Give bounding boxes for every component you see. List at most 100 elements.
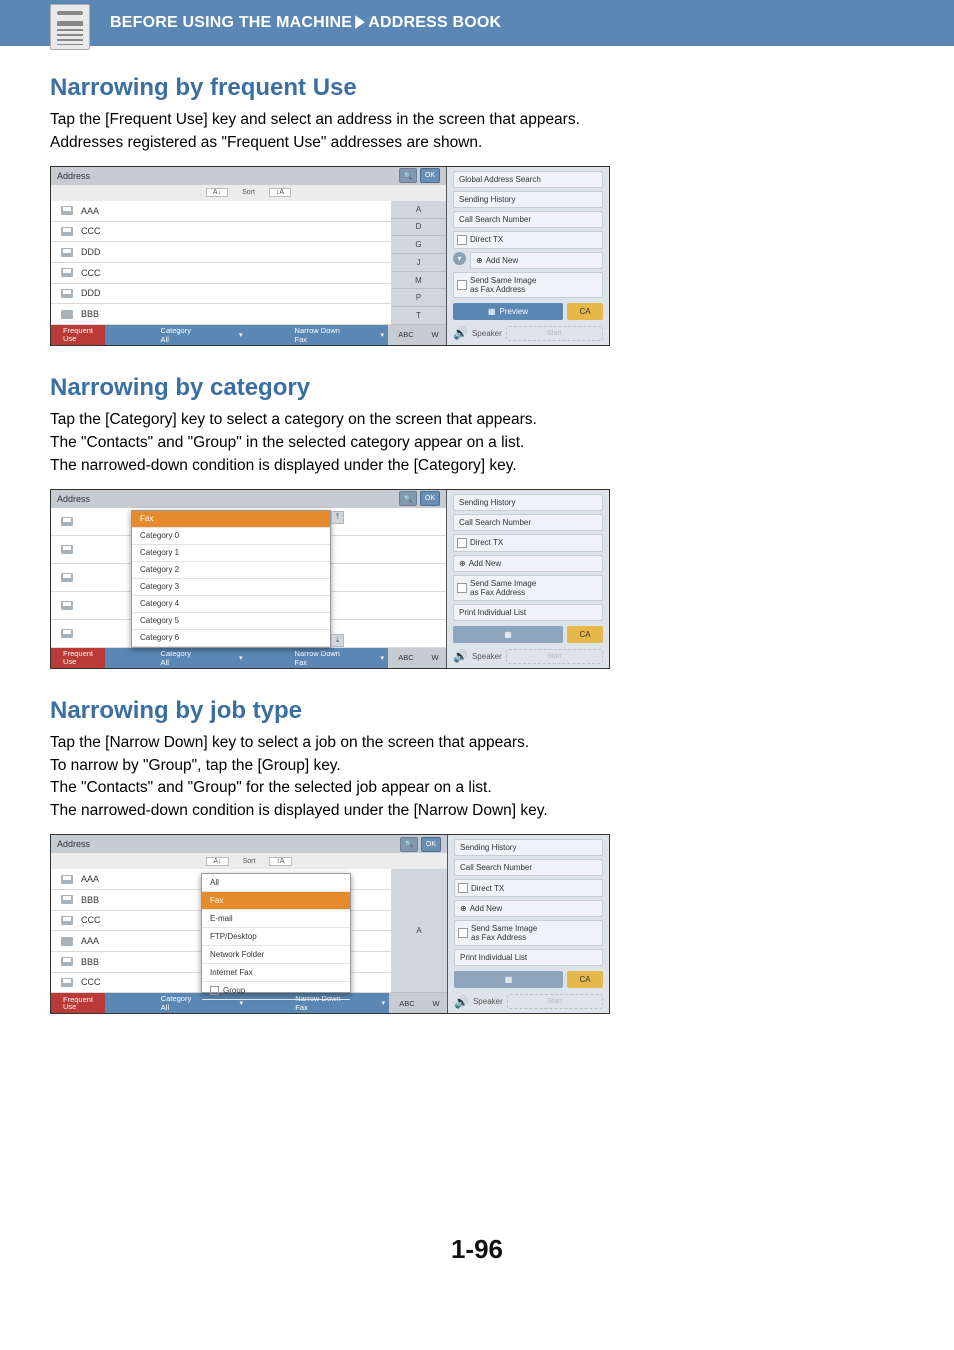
dropdown-item[interactable]: Category 0 [132, 528, 330, 545]
list-item[interactable]: CCC [51, 222, 391, 243]
sending-history[interactable]: Sending History [454, 839, 603, 856]
dropdown-item[interactable]: All [202, 874, 350, 892]
dropdown-item[interactable]: E-mail [202, 910, 350, 928]
dropdown-item[interactable]: Group [202, 982, 350, 1000]
w-button[interactable]: W [424, 648, 446, 668]
ca-button[interactable]: CA [567, 303, 603, 320]
print-individual-list[interactable]: Print Individual List [453, 604, 603, 621]
print-individual-list[interactable]: Print Individual List [454, 949, 603, 966]
index-letter[interactable]: M [391, 272, 446, 290]
search-icon[interactable]: 🔍 [399, 168, 417, 183]
index-letter[interactable]: A [391, 201, 446, 219]
section-category: Narrowing by category Tap the [Category]… [50, 374, 904, 669]
fax-icon [61, 895, 73, 904]
frequent-use-button[interactable]: Frequent Use [51, 648, 105, 668]
list-item[interactable]: AAA [51, 201, 391, 222]
preview-button[interactable]: ▦ [453, 626, 563, 643]
alpha-index: A D G J M P T [391, 201, 446, 325]
narrow-down-button[interactable]: Narrow Down Fax▾ [247, 648, 389, 668]
frequent-use-button[interactable]: Frequent Use [51, 993, 105, 1013]
start-button[interactable]: Start [506, 326, 603, 341]
fax-icon [61, 227, 73, 236]
header-arrow: ► [352, 10, 368, 35]
sort-desc-button[interactable]: ↕A [269, 188, 291, 197]
call-search-number[interactable]: Call Search Number [454, 859, 603, 876]
ca-button[interactable]: CA [567, 626, 603, 643]
dropdown-item[interactable]: Fax [132, 511, 330, 528]
sort-asc-button[interactable]: A↓ [206, 857, 228, 866]
index-letter[interactable]: T [391, 307, 446, 325]
chevron-down-icon: ▾ [380, 331, 384, 339]
direct-tx[interactable]: Direct TX [453, 534, 603, 552]
narrow-down-button[interactable]: Narrow Down Fax▾ [247, 325, 389, 345]
add-new[interactable]: ⊕Add New [453, 555, 603, 572]
address-title: Address [57, 171, 90, 181]
abc-button[interactable]: ABC [388, 325, 424, 345]
w-button[interactable]: W [425, 993, 447, 1013]
dropdown-item[interactable]: Category 6 [132, 630, 330, 647]
sending-history[interactable]: Sending History [453, 494, 603, 511]
send-same-image[interactable]: Send Same Image as Fax Address [453, 272, 603, 298]
preview-button[interactable]: ▦Preview [453, 303, 563, 320]
index-letter[interactable]: D [391, 219, 446, 237]
direct-tx[interactable]: Direct TX [454, 879, 603, 897]
scroll-up-icon[interactable]: ⤒ [331, 511, 344, 524]
index-letter[interactable]: J [391, 254, 446, 272]
sending-history[interactable]: Sending History [453, 191, 603, 208]
sort-label: Sort [243, 858, 256, 865]
add-new[interactable]: ⊕Add New [470, 252, 603, 269]
add-new[interactable]: ⊕Add New [454, 900, 603, 917]
list-item[interactable]: BBB [51, 304, 391, 325]
search-icon[interactable]: 🔍 [399, 491, 417, 506]
index-letter[interactable]: A [391, 869, 447, 993]
dropdown-item[interactable]: Category 3 [132, 579, 330, 596]
category-button[interactable]: Category All▾ [105, 648, 247, 668]
sort-desc-button[interactable]: ↕A [269, 857, 291, 866]
send-same-image[interactable]: Send Same Image as Fax Address [454, 920, 603, 946]
sort-asc-button[interactable]: A↓ [206, 188, 228, 197]
dropdown-item[interactable]: Category 1 [132, 545, 330, 562]
ok-button[interactable]: OK [420, 491, 440, 506]
global-address-search[interactable]: Global Address Search [453, 171, 603, 188]
scroll-down-icon[interactable]: ⤓ [331, 634, 344, 647]
dropdown-item[interactable]: Fax [202, 892, 350, 910]
scroll-down-icon[interactable]: ▾ [453, 252, 466, 265]
ok-button[interactable]: OK [421, 837, 441, 852]
ok-button[interactable]: OK [420, 168, 440, 183]
s2-p1: Tap the [Category] key to select a categ… [50, 410, 904, 431]
direct-tx[interactable]: Direct TX [453, 231, 603, 249]
section-frequent-use: Narrowing by frequent Use Tap the [Frequ… [50, 74, 904, 346]
call-search-number[interactable]: Call Search Number [453, 211, 603, 228]
dropdown-item[interactable]: Category 4 [132, 596, 330, 613]
fax-icon [61, 248, 73, 257]
send-same-image[interactable]: Send Same Image as Fax Address [453, 575, 603, 601]
list-item[interactable]: DDD [51, 242, 391, 263]
dropdown-item[interactable]: Network Folder [202, 946, 350, 964]
dropdown-item[interactable]: FTP/Desktop [202, 928, 350, 946]
screenshot-narrow-down: Address 🔍 OK A↓ Sort ↕A AAA BBB CCC AAA … [50, 834, 610, 1014]
dropdown-item[interactable]: Category 2 [132, 562, 330, 579]
index-letter[interactable]: G [391, 236, 446, 254]
abc-button[interactable]: ABC [388, 648, 424, 668]
preview-button[interactable]: ▦ [454, 971, 563, 988]
fax-icon [61, 916, 73, 925]
address-title: Address [57, 494, 90, 504]
call-search-number[interactable]: Call Search Number [453, 514, 603, 531]
start-button[interactable]: Start [506, 649, 603, 664]
abc-button[interactable]: ABC [389, 993, 425, 1013]
index-letter[interactable]: P [391, 289, 446, 307]
w-button[interactable]: W [424, 325, 446, 345]
frequent-use-button[interactable]: Frequent Use [51, 325, 105, 345]
dropdown-item[interactable]: Internet Fax [202, 964, 350, 982]
search-icon[interactable]: 🔍 [400, 837, 418, 852]
start-button[interactable]: Start [507, 994, 603, 1009]
speaker-label: Speaker [473, 997, 503, 1006]
plus-icon: ⊕ [460, 904, 467, 913]
ca-button[interactable]: CA [567, 971, 603, 988]
list-item[interactable]: CCC [51, 263, 391, 284]
dropdown-item[interactable]: Category 5 [132, 613, 330, 630]
checkbox-icon [457, 583, 467, 593]
category-button[interactable]: Category All▾ [105, 325, 247, 345]
list-item[interactable]: DDD [51, 284, 391, 305]
chevron-down-icon: ▾ [380, 654, 384, 662]
